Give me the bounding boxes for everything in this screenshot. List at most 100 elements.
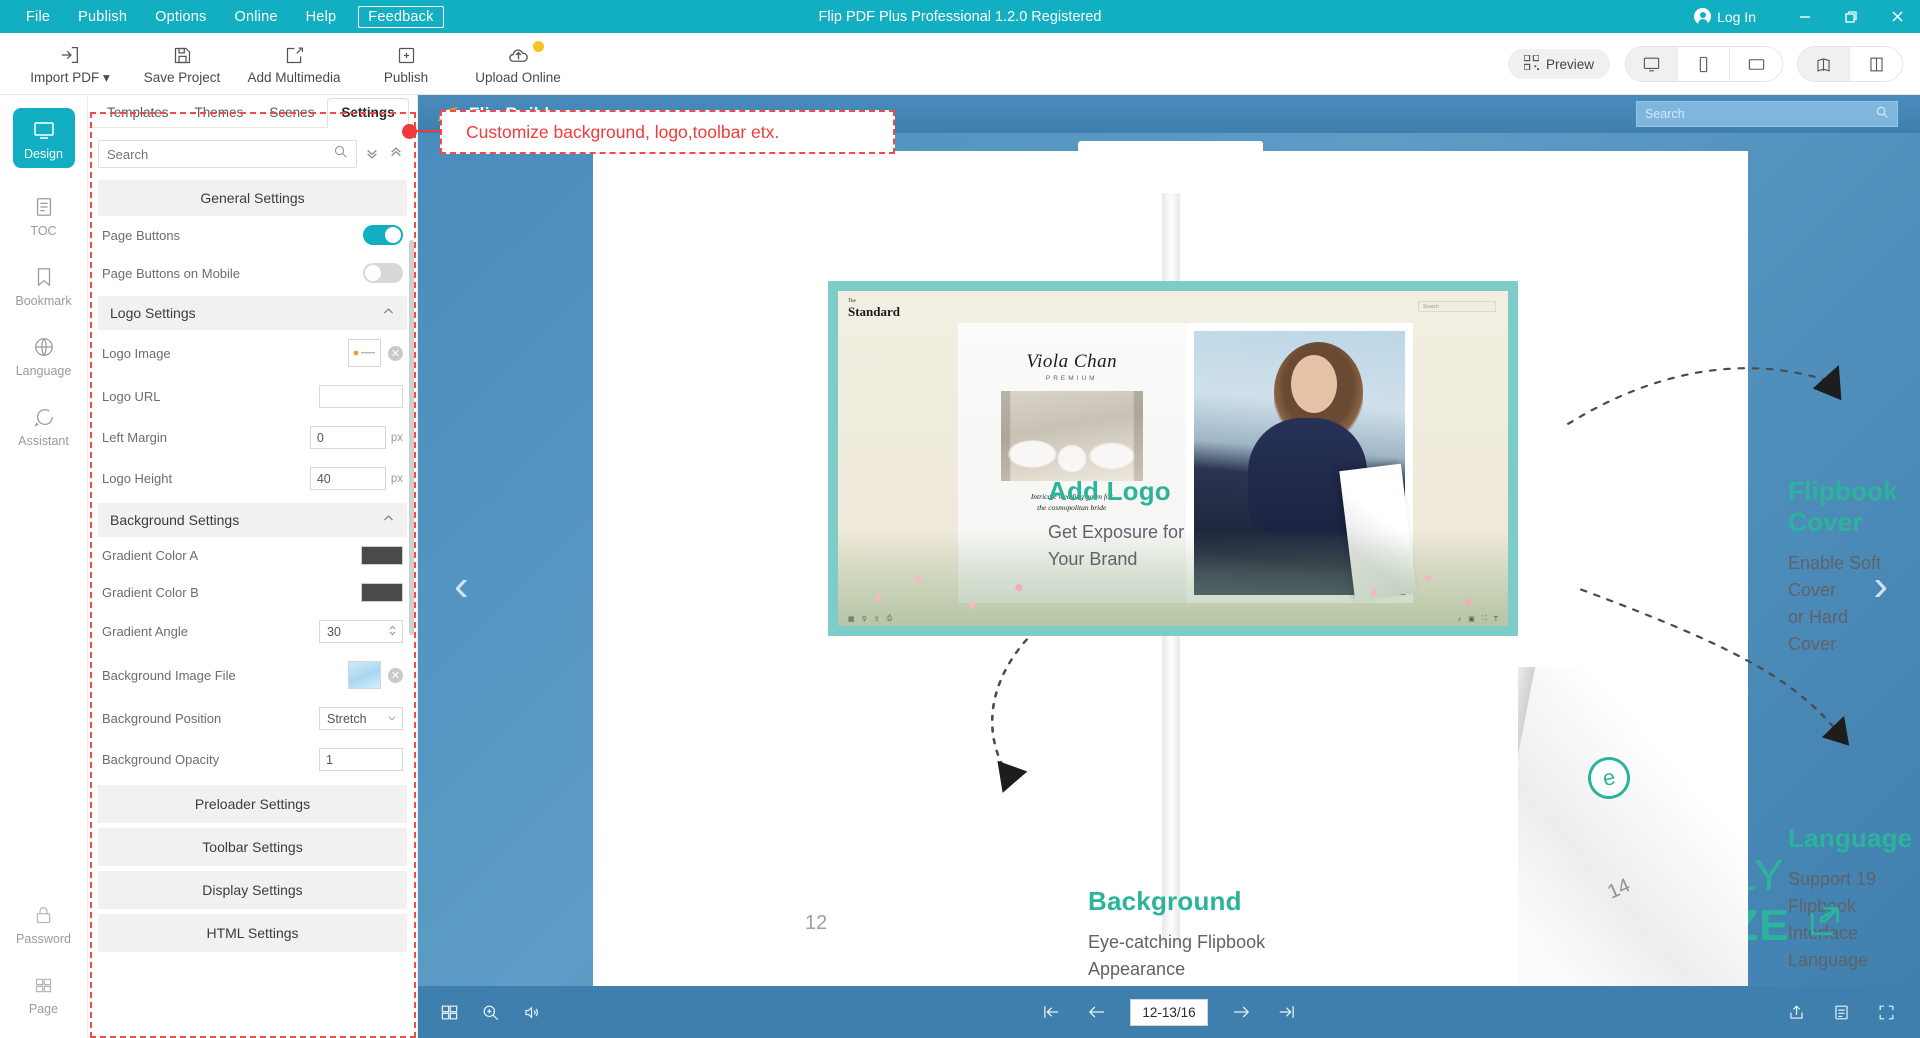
left-margin-input[interactable]: 0	[310, 426, 386, 449]
login-button[interactable]: Log In	[1694, 8, 1756, 25]
add-multimedia-button[interactable]: Add Multimedia	[238, 35, 350, 93]
sidebar-item-page[interactable]: Page	[13, 972, 75, 1016]
sidebar-item-toc[interactable]: TOC	[13, 194, 75, 238]
spread-mode-group	[1798, 47, 1902, 81]
panel-search-box[interactable]	[98, 140, 357, 168]
sidebar-item-language-label: Language	[16, 364, 72, 378]
html-settings-button[interactable]: HTML Settings	[98, 914, 407, 952]
toolbar-settings-button[interactable]: Toolbar Settings	[98, 828, 407, 866]
grid-icon	[33, 972, 54, 998]
menu-item-online[interactable]: Online	[221, 5, 292, 29]
menu-item-publish[interactable]: Publish	[64, 5, 141, 29]
upload-badge	[533, 41, 544, 52]
page-curl[interactable]: 14	[1518, 667, 1748, 997]
background-settings-title: Background Settings	[110, 512, 239, 528]
mobile-view-button[interactable]	[1678, 47, 1730, 81]
chevron-up-icon	[382, 305, 395, 321]
page-buttons-toggle[interactable]	[363, 225, 403, 245]
publish-button[interactable]: Publish	[350, 35, 462, 93]
page-number-left: 12	[805, 912, 827, 935]
background-image-thumbnail[interactable]	[348, 661, 381, 689]
search-icon[interactable]	[1875, 105, 1889, 124]
display-settings-button[interactable]: Display Settings	[98, 871, 407, 909]
panel-scrollbar[interactable]	[409, 240, 414, 635]
share-icon[interactable]	[1787, 1003, 1806, 1022]
sidebar-item-assistant[interactable]: Assistant	[13, 404, 75, 448]
background-settings-group-header[interactable]: Background Settings	[98, 503, 407, 537]
feature-flipbook-cover-title: Flipbook Cover	[1788, 476, 1898, 538]
sidebar-item-bookmark[interactable]: Bookmark	[13, 264, 75, 308]
thumbnails-icon: ▦	[848, 615, 855, 623]
background-position-select[interactable]: Stretch	[319, 707, 403, 730]
double-page-view-button[interactable]	[1798, 47, 1850, 81]
feature-flipbook-cover: Flipbook Cover Enable Soft Cover or Hard…	[1788, 476, 1898, 658]
row-left-margin-label: Left Margin	[102, 430, 167, 445]
preloader-settings-button[interactable]: Preloader Settings	[98, 785, 407, 823]
logo-height-input[interactable]: 40	[310, 467, 386, 490]
edit-square-icon	[1806, 901, 1844, 951]
flipbook-spread[interactable]: The Standard Search Viola Chan PREMIUM	[593, 151, 1748, 997]
row-background-opacity-label: Background Opacity	[102, 752, 219, 767]
row-page-buttons-mobile-label: Page Buttons on Mobile	[102, 266, 240, 281]
import-pdf-label: Import PDF ▾	[30, 70, 110, 86]
sidebar-item-design[interactable]: Design	[13, 108, 75, 168]
prev-page-icon[interactable]	[1085, 1002, 1108, 1022]
preview-bottom-toolbar: 12-13/16	[418, 986, 1920, 1038]
menu-item-options[interactable]: Options	[141, 5, 220, 29]
preview-search-box[interactable]	[1636, 101, 1898, 127]
row-background-position-label: Background Position	[102, 711, 221, 726]
minimize-button[interactable]	[1782, 0, 1828, 33]
next-page-icon[interactable]	[1230, 1002, 1253, 1022]
logo-settings-group-header[interactable]: Logo Settings	[98, 296, 407, 330]
first-page-icon[interactable]	[1040, 1002, 1063, 1022]
sidebar-item-password[interactable]: Password	[13, 902, 75, 946]
fullscreen-icon: ⛶	[1482, 615, 1487, 623]
gradient-angle-value: 30	[327, 625, 341, 639]
import-pdf-button[interactable]: Import PDF ▾	[14, 35, 126, 93]
upload-cloud-icon	[507, 43, 530, 67]
tab-scenes[interactable]: Scenes	[256, 99, 327, 127]
title-bar: File Publish Options Online Help Feedbac…	[0, 0, 1920, 33]
logo-url-input[interactable]	[319, 385, 403, 408]
page-indicator-input[interactable]: 12-13/16	[1130, 999, 1207, 1026]
clear-background-image-icon[interactable]: ✕	[388, 668, 403, 683]
close-button[interactable]	[1874, 0, 1920, 33]
clear-logo-image-icon[interactable]: ✕	[388, 346, 403, 361]
panel-search-row	[88, 128, 417, 176]
gradient-angle-input[interactable]: 30	[319, 620, 403, 643]
zoom-icon[interactable]	[481, 1003, 500, 1022]
sound-icon[interactable]	[522, 1003, 541, 1022]
preview-button[interactable]: Preview	[1508, 49, 1610, 79]
tablet-view-button[interactable]	[1730, 47, 1782, 81]
fullscreen-icon[interactable]	[1877, 1003, 1896, 1022]
collapse-all-icon[interactable]	[363, 146, 381, 163]
page-buttons-mobile-toggle[interactable]	[363, 263, 403, 283]
gradient-color-a-swatch[interactable]	[361, 546, 403, 565]
restore-button[interactable]	[1828, 0, 1874, 33]
print-icon[interactable]	[1832, 1003, 1851, 1022]
chevron-down-icon	[387, 712, 397, 726]
feature-language-title: Language	[1788, 823, 1912, 854]
menu-item-help[interactable]: Help	[292, 5, 351, 29]
tab-templates[interactable]: Templates	[94, 99, 182, 127]
preview-prev-arrow[interactable]: ‹	[454, 561, 469, 611]
tab-settings[interactable]: Settings	[327, 98, 408, 128]
last-page-icon[interactable]	[1275, 1002, 1298, 1022]
tab-themes[interactable]: Themes	[182, 99, 257, 127]
gradient-color-b-swatch[interactable]	[361, 583, 403, 602]
desktop-view-button[interactable]	[1626, 47, 1678, 81]
expand-all-icon[interactable]	[387, 146, 405, 163]
upload-online-button[interactable]: Upload Online	[462, 35, 574, 93]
logo-image-thumbnail[interactable]	[348, 339, 381, 367]
preview-area: Flip Builder ‹ ›	[418, 95, 1920, 1038]
single-page-view-button[interactable]	[1850, 47, 1902, 81]
menu-item-file[interactable]: File	[12, 5, 64, 29]
thumbnails-icon[interactable]	[440, 1003, 459, 1022]
row-logo-image: Logo Image ✕	[88, 330, 417, 376]
panel-search-input[interactable]	[107, 147, 333, 162]
background-opacity-input[interactable]: 1	[319, 748, 403, 771]
sidebar-item-language[interactable]: Language	[13, 334, 75, 378]
preview-search-input[interactable]	[1645, 107, 1875, 121]
save-project-button[interactable]: Save Project	[126, 35, 238, 93]
menu-item-feedback[interactable]: Feedback	[358, 6, 443, 28]
